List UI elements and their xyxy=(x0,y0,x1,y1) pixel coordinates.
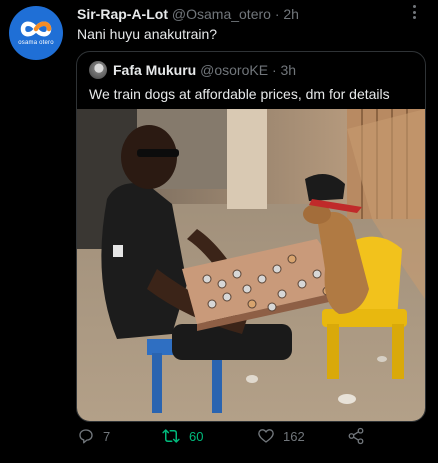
quoted-tweet-header: Fafa Mukuru @osoroKE · 3h xyxy=(113,61,296,79)
reply-icon xyxy=(79,429,93,444)
reply-button[interactable]: 7 xyxy=(77,425,110,447)
tweet-text: Nani huyu anakutrain? xyxy=(77,26,218,42)
separator: · xyxy=(274,6,280,22)
photo-man-training-dog-checkers-icon[interactable] xyxy=(77,109,425,421)
like-button[interactable]: 162 xyxy=(257,425,305,447)
quoted-handle: @osoroKE xyxy=(200,62,269,78)
reply-count: 7 xyxy=(103,428,111,444)
share-icon xyxy=(348,427,364,445)
avatar[interactable]: osama otero xyxy=(9,6,63,60)
tweet-header: Sir-Rap-A-Lot @Osama_otero · 2h xyxy=(77,5,408,23)
quoted-display-name: Fafa Mukuru xyxy=(113,62,197,78)
quoted-tweet[interactable]: Fafa Mukuru @osoroKE · 3h We train dogs … xyxy=(76,51,426,422)
quoted-timestamp: 3h xyxy=(280,62,297,78)
quoted-tweet-text: We train dogs at affordable prices, dm f… xyxy=(89,86,390,102)
quoted-separator: · xyxy=(271,62,277,78)
retweet-button[interactable]: 60 xyxy=(161,425,203,447)
quoted-avatar[interactable] xyxy=(89,61,107,79)
infinity-logo-icon xyxy=(20,21,52,36)
share-button[interactable] xyxy=(347,425,365,447)
display-name[interactable]: Sir-Rap-A-Lot xyxy=(77,6,168,22)
handle[interactable]: @Osama_otero xyxy=(172,6,271,22)
avatar-text: osama otero xyxy=(18,39,54,46)
retweet-icon xyxy=(162,429,180,443)
like-count: 162 xyxy=(283,428,305,444)
action-bar: 7 60 162 xyxy=(77,425,377,447)
timestamp[interactable]: 2h xyxy=(283,6,299,22)
more-options-icon[interactable] xyxy=(406,4,422,20)
heart-icon xyxy=(258,429,274,443)
retweet-count: 60 xyxy=(189,428,204,444)
